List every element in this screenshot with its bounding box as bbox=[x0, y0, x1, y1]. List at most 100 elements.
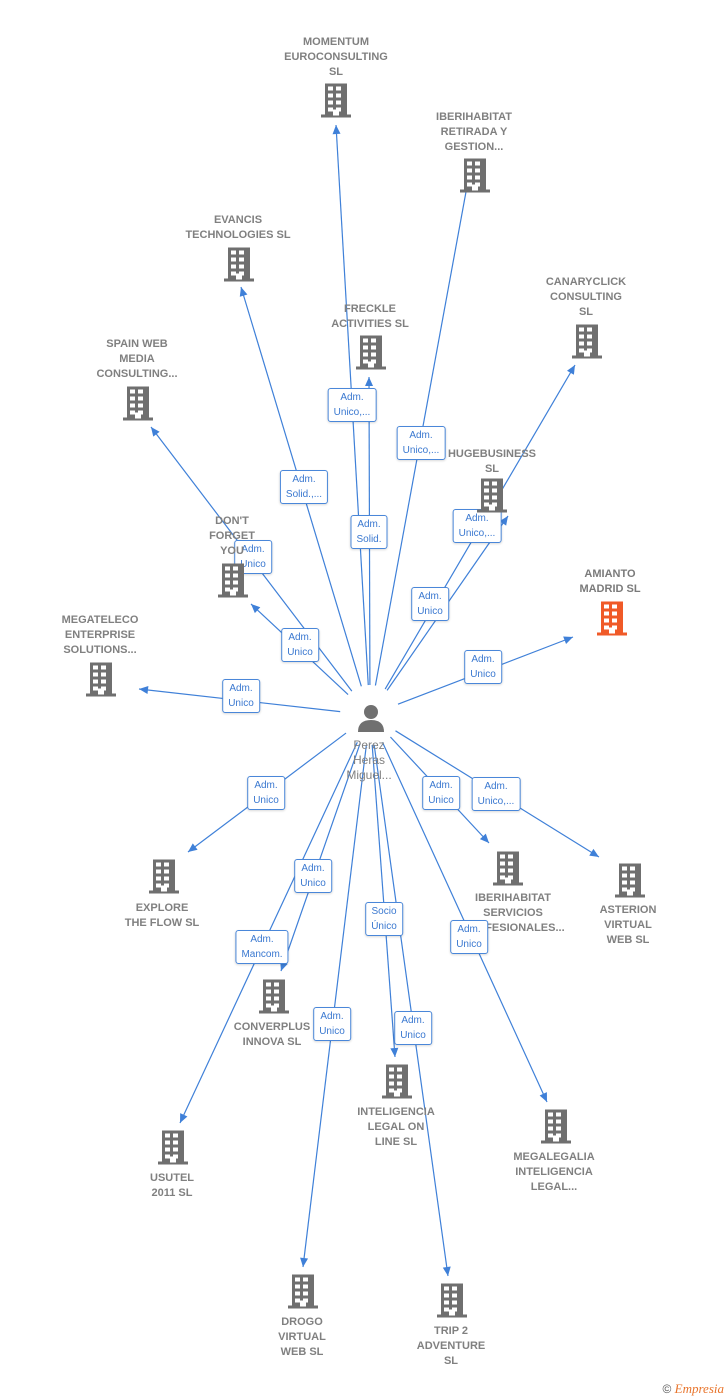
company-name-line: CONSULTING... bbox=[96, 368, 178, 380]
company-label[interactable]: HUGEBUSINESS SL bbox=[448, 447, 536, 477]
building-icon[interactable] bbox=[458, 157, 492, 198]
building-icon[interactable] bbox=[257, 978, 291, 1019]
role-badge[interactable]: Adm. Unico,... bbox=[396, 426, 446, 460]
role-text-line: Adm. bbox=[357, 519, 381, 530]
role-text-line: Unico bbox=[428, 795, 454, 806]
company-name-line: INTELIGENCIA bbox=[515, 1166, 593, 1178]
company-name-line: LEGAL ON bbox=[367, 1121, 425, 1133]
edge-line bbox=[371, 744, 396, 1058]
building-icon[interactable] bbox=[380, 1063, 414, 1104]
building-icon[interactable] bbox=[147, 858, 181, 899]
company-name-line: CONSULTING bbox=[550, 291, 622, 303]
company-name-line: ASTERION bbox=[599, 904, 657, 916]
company-label[interactable]: EVANCIS TECHNOLOGIES SL bbox=[185, 213, 290, 243]
role-badge[interactable]: Adm. Unico bbox=[394, 1011, 432, 1045]
role-text-line: Único bbox=[371, 921, 397, 932]
role-badge[interactable]: Adm. Unico bbox=[464, 650, 502, 684]
building-icon[interactable] bbox=[435, 1282, 469, 1323]
role-text-line: Unico bbox=[470, 669, 496, 680]
company-name-line: EUROCONSULTING bbox=[284, 51, 388, 63]
building-icon[interactable] bbox=[613, 862, 647, 903]
arrowhead-icon bbox=[442, 1266, 451, 1276]
company-label[interactable]: INTELIGENCIA LEGAL ON LINE SL bbox=[357, 1105, 435, 1150]
role-text-line: Adm. bbox=[401, 1015, 425, 1026]
role-badge[interactable]: Adm. Unico,... bbox=[471, 777, 521, 811]
company-name-line: INTELIGENCIA bbox=[357, 1106, 435, 1118]
company-label[interactable]: DROGO VIRTUAL WEB SL bbox=[278, 1315, 326, 1360]
role-text-line: Unico,... bbox=[458, 528, 496, 539]
role-text-line: Socio bbox=[371, 906, 397, 917]
edge-line bbox=[302, 744, 367, 1268]
role-text-line: Unico bbox=[400, 1030, 426, 1041]
role-text-line: Unico,... bbox=[333, 407, 371, 418]
company-label[interactable]: MOMENTUM EUROCONSULTING SL bbox=[284, 35, 388, 80]
company-name-line: AMIANTO bbox=[584, 568, 636, 580]
building-icon[interactable] bbox=[595, 600, 629, 641]
arrowhead-icon bbox=[139, 686, 149, 694]
role-badge[interactable]: Adm. Unico bbox=[222, 679, 260, 713]
building-icon[interactable] bbox=[286, 1273, 320, 1314]
building-icon[interactable] bbox=[121, 385, 155, 426]
role-badge[interactable]: Adm. Unico bbox=[411, 587, 449, 621]
role-badge[interactable]: Adm. Solid.,... bbox=[279, 470, 329, 504]
role-badge[interactable]: Adm. Unico bbox=[294, 859, 332, 893]
company-name-line: RETIRADA Y bbox=[440, 126, 508, 138]
company-label[interactable]: ASTERION VIRTUAL WEB SL bbox=[600, 903, 657, 948]
person-name-line: Heras bbox=[352, 753, 386, 767]
company-label[interactable]: MEGATELECO ENTERPRISE SOLUTIONS... bbox=[62, 613, 139, 658]
company-label[interactable]: TRIP 2 ADVENTURE SL bbox=[417, 1324, 485, 1369]
building-icon[interactable] bbox=[156, 1129, 190, 1170]
role-badge[interactable]: Adm. Mancom. bbox=[235, 930, 289, 964]
building-icon[interactable] bbox=[84, 661, 118, 702]
role-text-line: Unico bbox=[253, 795, 279, 806]
role-badge[interactable]: Adm. Unico bbox=[247, 776, 285, 810]
company-name-line: MEGATELECO bbox=[61, 614, 139, 626]
building-icon[interactable] bbox=[222, 246, 256, 287]
role-badge[interactable]: Adm. Unico bbox=[422, 776, 460, 810]
company-label[interactable]: EXPLORE THE FLOW SL bbox=[125, 901, 200, 931]
role-badge[interactable]: Adm. Unico,... bbox=[327, 388, 377, 422]
role-badge[interactable]: Adm. Unico bbox=[281, 628, 319, 662]
building-icon[interactable] bbox=[319, 82, 353, 123]
company-name-line: TECHNOLOGIES SL bbox=[185, 229, 291, 241]
arrowhead-icon bbox=[566, 365, 575, 375]
company-label[interactable]: CANARYCLICK CONSULTING SL bbox=[546, 275, 626, 320]
company-label[interactable]: FRECKLE ACTIVITIES SL bbox=[331, 302, 409, 332]
arrowhead-icon bbox=[151, 427, 160, 437]
company-label[interactable]: AMIANTO MADRID SL bbox=[579, 567, 640, 597]
company-label[interactable]: IBERIHABITAT RETIRADA Y GESTION... bbox=[436, 110, 512, 155]
role-badge[interactable]: Adm. Unico bbox=[313, 1007, 351, 1041]
role-badge[interactable]: Adm. Solid. bbox=[350, 515, 388, 549]
company-name-line: CONVERPLUS bbox=[233, 1021, 311, 1033]
company-name-line: SPAIN WEB bbox=[106, 338, 168, 350]
company-name-line: VIRTUAL bbox=[278, 1331, 326, 1343]
role-text-line: Unico bbox=[319, 1026, 345, 1037]
building-icon[interactable] bbox=[570, 323, 604, 364]
building-icon[interactable] bbox=[354, 334, 388, 375]
company-label[interactable]: DON'T FORGET YOU bbox=[209, 514, 255, 559]
company-label[interactable]: SPAIN WEB MEDIA CONSULTING... bbox=[96, 337, 177, 382]
role-text-line: Solid.,... bbox=[285, 489, 323, 500]
person-icon bbox=[358, 705, 384, 732]
company-name-line: FORGET bbox=[209, 530, 255, 542]
building-icon[interactable] bbox=[216, 562, 250, 603]
company-name-line: VIRTUAL bbox=[604, 919, 652, 931]
role-text-line: Adm. bbox=[429, 780, 453, 791]
company-name-line: USUTEL bbox=[150, 1172, 194, 1184]
company-label[interactable]: CONVERPLUS INNOVA SL bbox=[234, 1020, 310, 1050]
company-name-line: EXPLORE bbox=[135, 902, 189, 914]
arrowhead-icon bbox=[239, 287, 248, 297]
building-icon[interactable] bbox=[475, 477, 509, 518]
role-text-line: Adm. bbox=[229, 683, 253, 694]
building-icon[interactable] bbox=[491, 850, 525, 891]
role-badge[interactable]: Socio Único bbox=[365, 902, 403, 936]
company-name-line: 2011 SL bbox=[151, 1187, 193, 1199]
building-icon[interactable] bbox=[539, 1108, 573, 1149]
company-name-line: IBERIHABITAT bbox=[475, 892, 551, 904]
company-label[interactable]: MEGALEGALIA INTELIGENCIA LEGAL... bbox=[513, 1150, 594, 1195]
company-name-line: MEGALEGALIA bbox=[513, 1151, 595, 1163]
arrowhead-icon bbox=[300, 1257, 309, 1267]
role-badge[interactable]: Adm. Unico bbox=[450, 920, 488, 954]
company-name-line: FRECKLE bbox=[344, 303, 396, 315]
company-label[interactable]: USUTEL 2011 SL bbox=[150, 1171, 194, 1201]
